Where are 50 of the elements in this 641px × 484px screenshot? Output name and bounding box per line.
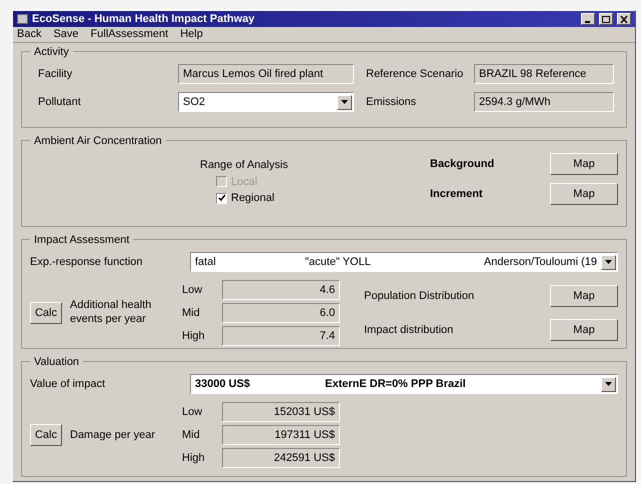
field-label: Pollutant: [38, 94, 82, 110]
result-label: High: [182, 450, 206, 466]
menu-item[interactable]: FullAssessment: [90, 26, 168, 43]
window-title: EcoSense - Human Health Impact Pathway: [32, 12, 256, 27]
field-label: Value of impact: [30, 376, 106, 392]
maximize-icon[interactable]: [599, 13, 613, 25]
map-label: Increment: [430, 186, 483, 202]
result-label: High: [182, 328, 206, 344]
map-button[interactable]: Map: [550, 285, 618, 307]
field-label: Emissions: [365, 94, 418, 110]
map-button[interactable]: Map: [550, 183, 618, 206]
map-button[interactable]: Map: [550, 153, 618, 176]
field-label: Exp.-response function: [30, 254, 144, 270]
result-label: Low: [182, 404, 204, 420]
result-value: 152031 US$: [222, 402, 340, 422]
menu-item[interactable]: Save: [53, 26, 79, 43]
range-label: Range of Analysis: [200, 158, 290, 174]
emissions-field: 2594.3 g/MWh: [474, 92, 614, 112]
pollutant-dropdown[interactable]: SO2: [178, 92, 354, 112]
field-label: Facility: [38, 66, 74, 82]
menu-item[interactable]: Back: [17, 26, 42, 43]
app-icon: [17, 14, 28, 24]
result-label: Low: [182, 282, 204, 298]
checkbox[interactable]: Regional: [200, 190, 430, 207]
close-icon[interactable]: [617, 13, 631, 25]
result-label: Damage per year: [69, 428, 156, 443]
map-label: Population Distribution: [364, 288, 474, 304]
result-label: Additional health events per year: [69, 299, 152, 327]
check-icon: [218, 194, 226, 202]
result-value: 6.0: [222, 303, 340, 323]
map-label: Impact distribution: [364, 322, 454, 338]
result-label: Mid: [182, 428, 201, 443]
result-value: 197311 US$: [222, 425, 340, 445]
result-label: Mid: [182, 306, 201, 321]
result-value: 7.4: [222, 326, 340, 346]
calc-button[interactable]: Calc: [30, 302, 62, 324]
result-value: 4.6: [222, 280, 340, 300]
function-dropdown[interactable]: fatal "acute" YOLL Anderson/Touloumi (19: [190, 252, 618, 272]
facility-field: Marcus Lemos Oil fired plant: [178, 64, 354, 84]
map-button[interactable]: Map: [550, 319, 618, 341]
menu-item[interactable]: Help: [180, 26, 203, 43]
result-value: 242591 US$: [222, 448, 340, 468]
group-title: Impact Assessment: [30, 232, 134, 248]
map-label: Background: [430, 156, 494, 172]
calc-button[interactable]: Calc: [30, 424, 62, 446]
field-label: Reference Scenario: [365, 66, 464, 82]
minimize-icon[interactable]: [581, 13, 595, 25]
value-dropdown[interactable]: 33000 US$ ExternE DR=0% PPP Brazil: [190, 374, 618, 394]
group-title: Activity: [30, 44, 73, 60]
scenario-field: BRAZIL 98 Reference: [474, 64, 614, 84]
